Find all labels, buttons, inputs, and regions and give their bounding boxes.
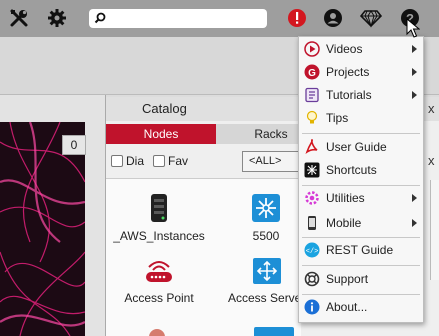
tutorials-icon <box>304 87 320 103</box>
menu-item-label: Mobile <box>326 216 362 230</box>
menu-item-videos[interactable]: Videos <box>299 38 423 60</box>
search-input[interactable] <box>109 11 259 26</box>
search-icon <box>94 12 106 27</box>
pdf-icon <box>304 139 320 155</box>
help-menu: Videos G Projects Tutorials Tips User Gu… <box>298 36 424 323</box>
access-point-icon <box>146 261 172 282</box>
menu-item-rest-guide[interactable]: </> REST Guide <box>299 239 423 261</box>
menu-separator <box>302 237 420 238</box>
submenu-arrow-icon <box>412 45 417 53</box>
node-access-point[interactable]: Access Point <box>116 257 202 305</box>
menu-item-user-guide[interactable]: User Guide <box>299 136 423 158</box>
menu-separator <box>302 185 420 186</box>
menu-item-label: Utilities <box>326 191 365 205</box>
node-grid: _AWS_Instances 5500 Access Point Access … <box>106 178 301 336</box>
node-partial-1[interactable] <box>142 325 172 336</box>
node-aws-instances[interactable]: _AWS_Instances <box>112 193 206 243</box>
menu-item-label: Videos <box>326 42 363 56</box>
gear-icon[interactable] <box>46 7 68 29</box>
top-toolbar: ? <box>0 0 439 37</box>
menu-item-support[interactable]: Support <box>299 268 423 290</box>
projects-icon: G <box>304 64 320 80</box>
node-label: _AWS_Instances <box>113 229 205 243</box>
lightbulb-icon <box>304 110 320 126</box>
menu-item-utilities[interactable]: Utilities <box>299 187 423 209</box>
node-access-server[interactable]: Access Serve <box>228 257 304 305</box>
fav-label: Fav <box>168 154 189 168</box>
menu-item-label: Tips <box>326 111 349 125</box>
menu-item-about[interactable]: About... <box>299 296 423 318</box>
node-label: Access Serve <box>228 291 302 305</box>
access-server-icon <box>253 258 281 284</box>
menu-item-label: About... <box>326 300 368 314</box>
api-icon: </> <box>304 242 320 258</box>
alert-icon[interactable] <box>286 7 308 29</box>
dia-checkbox[interactable]: Dia <box>111 154 144 168</box>
tools-icon[interactable] <box>8 7 30 29</box>
mobile-icon <box>304 215 320 231</box>
pane-tab-number[interactable]: 0 <box>62 135 86 155</box>
submenu-arrow-icon <box>412 68 417 76</box>
menu-item-label: Tutorials <box>326 88 372 102</box>
search-box[interactable] <box>89 9 267 28</box>
menu-separator <box>302 294 420 295</box>
dia-checkbox-box[interactable] <box>111 155 123 167</box>
category-select[interactable]: <ALL> <box>242 151 304 172</box>
aws-server-icon <box>151 194 167 222</box>
catalog-close-icon[interactable]: x <box>428 101 435 116</box>
menu-item-shortcuts[interactable]: Shortcuts <box>299 159 423 181</box>
keyboard-icon <box>304 162 320 178</box>
fav-checkbox-box[interactable] <box>153 155 165 167</box>
menu-item-projects[interactable]: G Projects <box>299 61 423 83</box>
svg-text:G: G <box>308 68 316 79</box>
svg-text:</>: </> <box>306 248 319 256</box>
menu-item-label: REST Guide <box>326 243 394 257</box>
menu-item-label: Shortcuts <box>326 163 377 177</box>
diamond-icon[interactable] <box>360 7 382 29</box>
node-label: 5500 <box>252 229 280 243</box>
user-icon[interactable] <box>322 7 344 29</box>
catalog-scrollbar[interactable] <box>430 180 439 280</box>
node-partial-2[interactable] <box>254 327 294 336</box>
menu-item-label: Support <box>326 272 369 286</box>
filter-close-icon[interactable]: x <box>428 153 435 168</box>
submenu-arrow-icon <box>412 194 417 202</box>
support-icon <box>304 271 320 287</box>
switch-5500-icon <box>252 194 280 222</box>
menu-item-mobile[interactable]: Mobile <box>299 212 423 234</box>
catalog-title: Catalog <box>142 101 187 116</box>
submenu-arrow-icon <box>412 91 417 99</box>
menu-item-tips[interactable]: Tips <box>299 107 423 129</box>
tab-nodes[interactable]: Nodes <box>106 124 216 144</box>
dia-label: Dia <box>126 154 145 168</box>
node-5500[interactable]: 5500 <box>226 193 306 243</box>
menu-item-tutorials[interactable]: Tutorials <box>299 84 423 106</box>
utilities-icon <box>304 190 320 206</box>
menu-separator <box>302 265 420 266</box>
menu-item-label: User Guide <box>326 140 387 154</box>
video-icon <box>304 41 320 57</box>
menu-item-label: Projects <box>326 65 370 79</box>
node-label: Access Point <box>124 291 194 305</box>
menu-separator <box>302 133 420 134</box>
submenu-arrow-icon <box>412 219 417 227</box>
info-icon <box>304 299 320 315</box>
mouse-cursor-icon <box>406 17 421 41</box>
fav-checkbox[interactable]: Fav <box>153 154 188 168</box>
